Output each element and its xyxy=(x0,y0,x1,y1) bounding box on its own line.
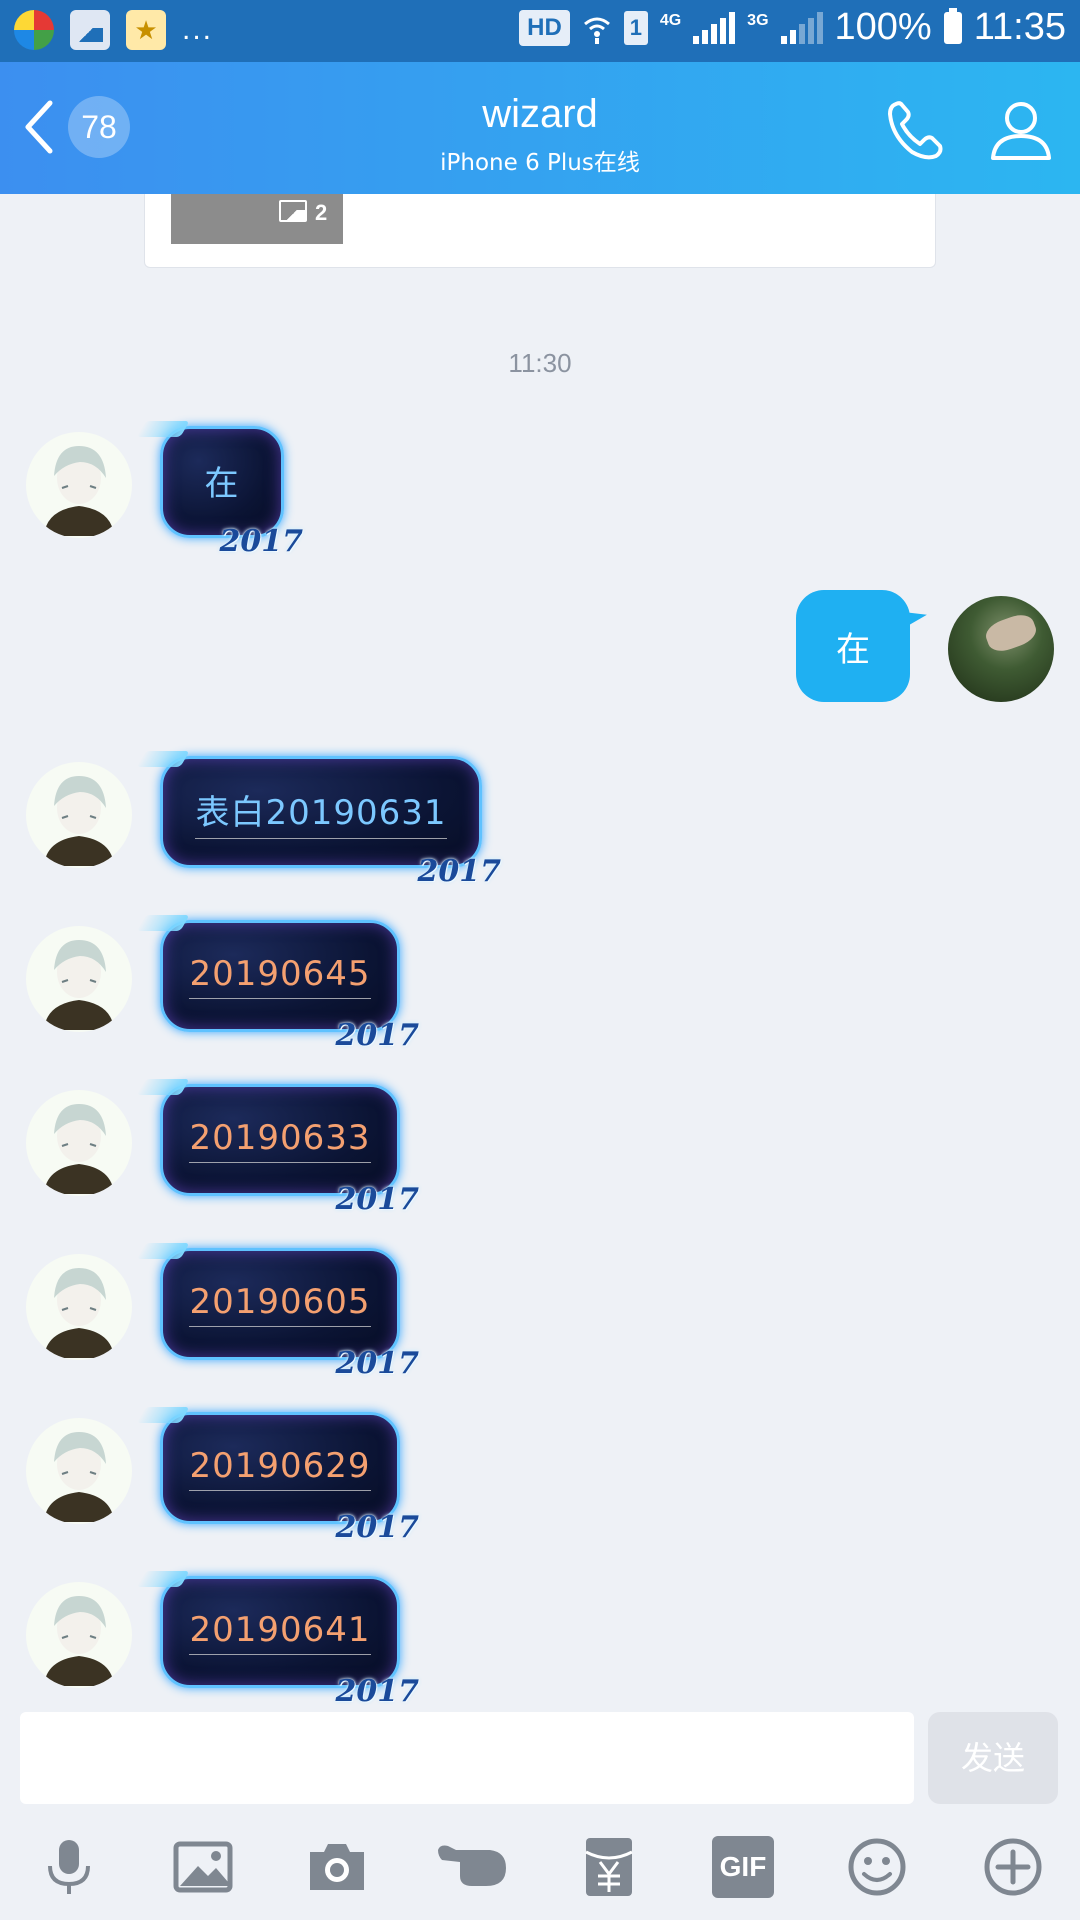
contact-avatar[interactable] xyxy=(26,1090,132,1196)
message-text: 表白20190631 xyxy=(195,785,447,839)
message-text: 20190633 xyxy=(189,1118,371,1163)
chat-title-area[interactable]: wizard iPhone 6 Plus在线 xyxy=(290,92,790,177)
network-type-2: 3G xyxy=(747,12,769,29)
send-button[interactable]: 发送 xyxy=(928,1712,1058,1804)
emoji-icon[interactable] xyxy=(846,1836,908,1898)
wifi-icon xyxy=(583,17,610,44)
plus-icon[interactable] xyxy=(982,1836,1044,1898)
contact-avatar[interactable] xyxy=(26,432,132,538)
bubble-year-badge: 2017 xyxy=(417,854,502,889)
contact-avatar[interactable] xyxy=(26,1418,132,1524)
image-icon[interactable] xyxy=(172,1836,234,1898)
contact-avatar[interactable] xyxy=(26,1254,132,1360)
red-packet-icon[interactable] xyxy=(578,1836,640,1898)
contact-avatar[interactable] xyxy=(26,1582,132,1688)
contact-name: wizard xyxy=(482,92,598,136)
gif-label: GIF xyxy=(719,1851,767,1882)
message-text: 20190641 xyxy=(189,1610,371,1655)
image-icon xyxy=(279,200,307,222)
anime-avatar-icon xyxy=(44,776,114,866)
gallery-notification-icon xyxy=(70,10,110,50)
message-bubble[interactable]: 在 2017 xyxy=(160,426,303,559)
app-notification-icon xyxy=(14,10,54,50)
signal-strength-icon xyxy=(693,11,736,44)
anime-avatar-icon xyxy=(44,1104,114,1194)
message-bubble[interactable]: 20190605 2017 xyxy=(160,1248,419,1381)
anime-avatar-icon xyxy=(44,1596,114,1686)
anime-avatar-icon xyxy=(44,1432,114,1522)
anime-avatar-icon xyxy=(44,446,114,536)
chat-toolbar: GIF xyxy=(0,1810,1080,1920)
battery-percent: 100% xyxy=(834,6,932,48)
message-timestamp: 11:30 xyxy=(508,348,572,378)
network-type-1: 4G xyxy=(659,12,682,29)
image-count: 2 xyxy=(315,200,328,225)
message-list[interactable]: 2 11:30 在 2017 在 表白20190631 2017 2019064… xyxy=(0,194,1080,1710)
star-notification-icon: ★ xyxy=(126,10,166,50)
bubble-year-badge: 2017 xyxy=(335,1018,420,1053)
message-bubble[interactable]: 20190633 2017 xyxy=(160,1084,419,1217)
previous-message-card[interactable]: 2 xyxy=(144,194,936,268)
bubble-year-badge: 2017 xyxy=(335,1674,420,1709)
more-notifications-icon: ... xyxy=(182,13,214,46)
hd-indicator: HD xyxy=(519,9,570,46)
contact-profile-icon[interactable] xyxy=(987,96,1055,164)
chat-header: 78 wizard iPhone 6 Plus在线 xyxy=(0,62,1080,194)
message-text: 在 xyxy=(836,629,870,670)
message-input[interactable] xyxy=(20,1712,914,1804)
self-avatar[interactable] xyxy=(948,596,1054,702)
anime-avatar-icon xyxy=(44,1268,114,1358)
image-thumbnail[interactable]: 2 xyxy=(171,194,343,244)
online-status: iPhone 6 Plus在线 xyxy=(440,150,640,176)
bubble-year-badge: 2017 xyxy=(219,524,304,559)
message-text: 20190605 xyxy=(189,1282,371,1327)
contact-avatar[interactable] xyxy=(26,926,132,1032)
bubble-year-badge: 2017 xyxy=(335,1182,420,1217)
message-input-row: 发送 xyxy=(0,1710,1080,1810)
sim-indicator: 1 xyxy=(623,10,648,45)
message-bubble[interactable]: 20190641 2017 xyxy=(160,1576,419,1709)
message-bubble[interactable]: 20190629 2017 xyxy=(160,1412,419,1545)
battery-icon xyxy=(943,7,962,44)
phone-call-icon[interactable] xyxy=(882,96,950,164)
camera-icon[interactable] xyxy=(306,1836,368,1898)
self-message-bubble[interactable]: 在 xyxy=(796,590,910,702)
poke-icon[interactable] xyxy=(436,1836,512,1898)
message-text: 20190645 xyxy=(189,954,371,999)
message-text: 在 xyxy=(204,463,240,504)
anime-avatar-icon xyxy=(44,940,114,1030)
gif-icon[interactable]: GIF xyxy=(712,1836,774,1898)
signal-strength-2-icon xyxy=(780,11,823,44)
bubble-year-badge: 2017 xyxy=(335,1346,420,1381)
unread-count-badge: 78 xyxy=(68,96,130,158)
clock: 11:35 xyxy=(973,6,1066,48)
message-bubble[interactable]: 表白20190631 2017 xyxy=(160,756,501,889)
contact-avatar[interactable] xyxy=(26,762,132,868)
microphone-icon[interactable] xyxy=(38,1836,100,1898)
bubble-year-badge: 2017 xyxy=(335,1510,420,1545)
message-text: 20190629 xyxy=(189,1446,371,1491)
status-bar: ★ ... HD 1 4G 3G 100% 11:35 xyxy=(0,0,1080,62)
chevron-left-icon xyxy=(25,100,53,154)
message-bubble[interactable]: 20190645 2017 xyxy=(160,920,419,1053)
back-button[interactable]: 78 xyxy=(18,92,148,162)
